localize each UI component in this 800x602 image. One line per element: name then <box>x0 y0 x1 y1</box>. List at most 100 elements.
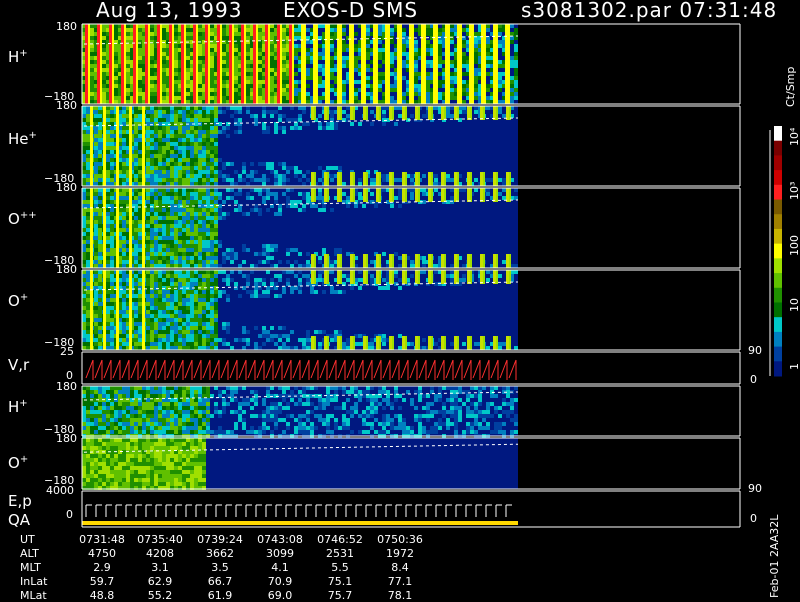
spectrogram-cell <box>214 216 218 220</box>
spectrogram-cell <box>150 338 154 342</box>
spectrogram-cell <box>222 338 226 342</box>
spectrogram-cell <box>106 310 110 314</box>
spectrogram-cell <box>98 196 102 200</box>
pitch-angle-stripe <box>364 24 366 104</box>
spectrogram-cell <box>338 248 342 252</box>
spectrogram-cell <box>282 270 286 274</box>
spectrogram-cell <box>106 274 110 278</box>
spectrogram-cell <box>270 72 274 76</box>
spectrogram-cell <box>150 134 154 138</box>
spectrogram-cell <box>170 264 174 268</box>
spectrogram-cell <box>306 338 310 342</box>
spectrogram-cell <box>162 166 166 170</box>
spectrogram-cell <box>210 76 214 80</box>
spectrogram-cell <box>194 182 198 186</box>
pitch-angle-stripe <box>418 106 420 120</box>
spectrogram-cell <box>210 154 214 158</box>
spectrogram-cell <box>254 178 258 182</box>
spectrogram-cell <box>138 188 142 192</box>
spectrogram-cell <box>190 310 194 314</box>
spectrogram-cell <box>98 130 102 134</box>
spectrogram-cell <box>166 270 170 274</box>
spectrogram-cell <box>330 260 334 264</box>
spectrogram-cell <box>278 346 282 350</box>
spectrogram-cell <box>98 174 102 178</box>
spectrogram-cell <box>214 200 218 204</box>
spectrogram-cell <box>114 72 118 76</box>
spectrogram-cell <box>122 114 126 118</box>
spectrogram-cell <box>342 60 346 64</box>
spectrogram-cell <box>258 36 262 40</box>
spectrogram-cell <box>258 346 262 350</box>
spectrogram-cell <box>210 134 214 138</box>
spectrogram-cell <box>166 302 170 306</box>
spectrogram-cell <box>258 100 262 104</box>
spectrogram-cell <box>206 138 210 142</box>
spectrogram-cell <box>274 248 278 252</box>
spectrogram-cell <box>202 278 206 282</box>
spectrogram-cell <box>94 264 98 268</box>
spectrogram-cell <box>254 282 258 286</box>
pitch-angle-stripe <box>363 106 366 120</box>
spectrogram-cell <box>358 196 362 200</box>
spectrogram-cell <box>258 260 262 264</box>
spectrogram-cell <box>306 342 310 346</box>
spectrogram-cell <box>206 196 210 200</box>
spectrogram-cell <box>106 200 110 204</box>
spectrogram-cell <box>98 192 102 196</box>
spectrogram-cell <box>210 220 214 224</box>
spectrogram-cell <box>94 130 98 134</box>
spectrogram-cell <box>358 334 362 338</box>
spectrogram-cell <box>158 224 162 228</box>
spectrogram-cell <box>134 318 138 322</box>
spectrogram-cell <box>178 244 182 248</box>
spectrogram-cell <box>194 178 198 182</box>
spectrogram-cell <box>162 162 166 166</box>
spectrogram-cell <box>182 248 186 252</box>
pitch-angle-stripe <box>415 254 418 268</box>
spectrogram-cell <box>514 44 518 48</box>
spectrogram-cell <box>102 32 106 36</box>
spectrogram-cell <box>242 326 246 330</box>
spectrogram-cell <box>94 142 98 146</box>
spectrogram-cell <box>194 346 198 350</box>
spectrogram-cell <box>450 24 454 28</box>
spectrogram-cell <box>194 138 198 142</box>
spectrogram-cell <box>82 240 86 244</box>
spectrogram-cell <box>158 326 162 330</box>
spectrogram-cell <box>146 236 150 240</box>
spectrogram-cell <box>194 330 198 334</box>
spectrogram-cell <box>498 88 502 92</box>
spectrogram-cell <box>134 138 138 142</box>
spectrogram-cell <box>190 174 194 178</box>
pitch-angle-stripe <box>454 188 457 202</box>
spectrogram-cell <box>174 154 178 158</box>
spectrogram-cell <box>186 314 190 318</box>
spectrogram-cell <box>366 24 370 28</box>
spectrogram-cell <box>214 314 218 318</box>
spectrogram-cell <box>82 166 86 170</box>
spectrogram-cell <box>398 286 402 290</box>
pitch-angle-stripe <box>418 254 420 268</box>
spectrogram-cell <box>474 96 478 100</box>
spectrogram-cell <box>150 326 154 330</box>
spectrogram-cell <box>266 208 270 212</box>
spectrogram-cell <box>146 178 150 182</box>
spectrogram-cell <box>146 110 150 114</box>
spectrogram-cell <box>134 130 138 134</box>
spectrogram-cell <box>486 52 490 56</box>
spectrogram-cell <box>270 264 274 268</box>
spectrogram-cell <box>514 68 518 72</box>
spectrogram-cell <box>486 84 490 88</box>
spectrogram-cell <box>198 232 202 236</box>
spectrogram-cell <box>150 306 154 310</box>
spectrogram-cell <box>138 48 142 52</box>
spectrogram-cell <box>230 270 234 274</box>
spectrogram-cell <box>514 32 518 36</box>
spectrogram-cell <box>462 106 466 110</box>
spectrogram-cell <box>202 338 206 342</box>
spectrogram-cell <box>154 302 158 306</box>
spectrogram-cell <box>162 106 166 110</box>
spectrogram-cell <box>358 122 362 126</box>
spectrogram-cell <box>206 110 210 114</box>
